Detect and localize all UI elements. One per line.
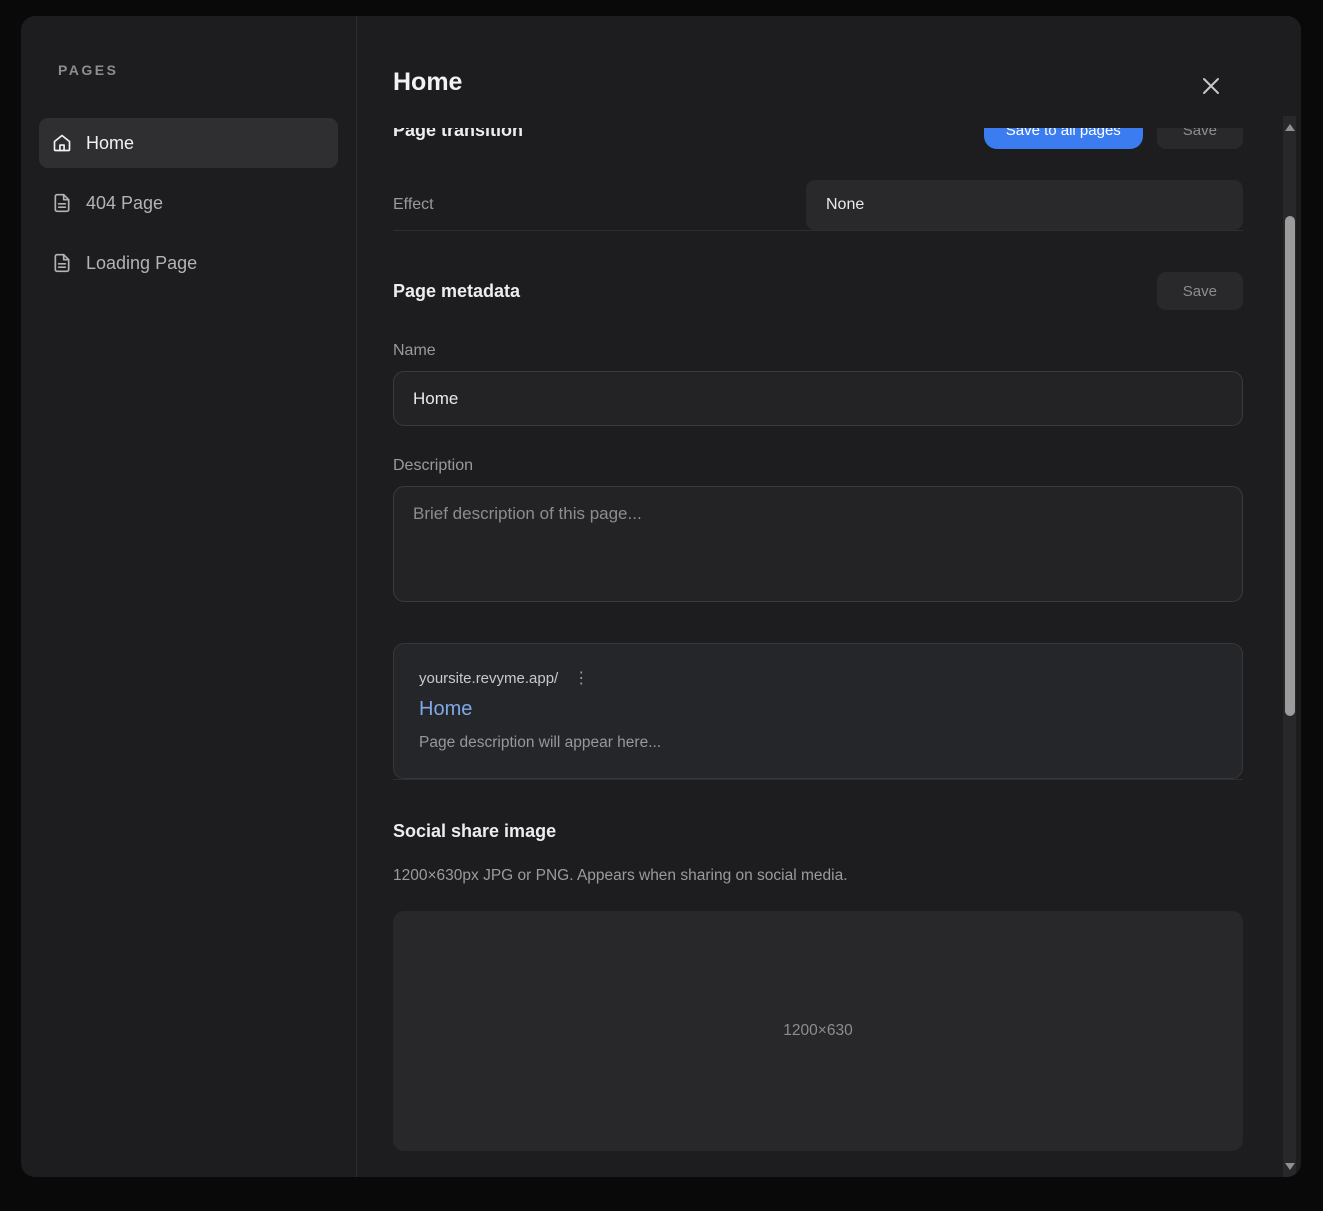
sidebar-item-home[interactable]: Home xyxy=(39,118,338,168)
name-input[interactable] xyxy=(393,371,1243,426)
sidebar-list: Home 404 Page xyxy=(21,118,356,288)
effect-select[interactable]: None xyxy=(806,180,1243,230)
section-page-transition: Page transition Save to all pages Save E… xyxy=(393,128,1243,230)
page-settings-modal: PAGES Home 40 xyxy=(21,16,1301,1177)
close-icon xyxy=(1199,86,1223,101)
preview-title-link[interactable]: Home xyxy=(419,698,1217,721)
page-transition-heading: Page transition xyxy=(393,128,523,141)
sidebar-item-label: 404 Page xyxy=(86,193,163,214)
transition-save-button[interactable]: Save xyxy=(1157,128,1243,149)
vertical-dots-icon[interactable]: ⋮ xyxy=(573,671,589,687)
sidebar-item-label: Home xyxy=(86,133,134,154)
search-preview-card: yoursite.revyme.app/ ⋮ Home Page descrip… xyxy=(393,643,1243,779)
section-social-share: Social share image 1200×630px JPG or PNG… xyxy=(393,821,1243,1151)
description-label: Description xyxy=(393,457,1243,475)
social-share-subtitle: 1200×630px JPG or PNG. Appears when shar… xyxy=(393,867,1243,885)
sidebar-title: PAGES xyxy=(58,62,356,78)
section-page-metadata: Page metadata Save Name Description your… xyxy=(393,271,1243,779)
section-divider xyxy=(393,230,1243,231)
scroll-content: Page transition Save to all pages Save E… xyxy=(357,128,1279,1151)
scroll-viewport: Page transition Save to all pages Save E… xyxy=(357,128,1279,1177)
preview-url: yoursite.revyme.app/ xyxy=(419,670,558,687)
settings-panel: Home Page transition Save to all pages xyxy=(357,16,1301,1177)
page-metadata-heading: Page metadata xyxy=(393,281,520,302)
social-share-heading: Social share image xyxy=(393,821,1243,842)
description-textarea[interactable] xyxy=(393,486,1243,602)
sidebar-item-404-page[interactable]: 404 Page xyxy=(39,178,338,228)
preview-description: Page description will appear here... xyxy=(419,734,1217,752)
panel-header: Home xyxy=(357,16,1301,128)
file-icon xyxy=(52,253,72,273)
effect-label: Effect xyxy=(393,196,434,214)
scroll-up-arrow-icon[interactable] xyxy=(1283,120,1296,134)
sidebar-item-label: Loading Page xyxy=(86,253,197,274)
metadata-save-button[interactable]: Save xyxy=(1157,272,1243,310)
social-image-upload-area[interactable]: 1200×630 xyxy=(393,911,1243,1151)
vertical-scrollbar[interactable] xyxy=(1283,116,1296,1177)
sidebar-item-loading-page[interactable]: Loading Page xyxy=(39,238,338,288)
file-icon xyxy=(52,193,72,213)
effect-selected-value: None xyxy=(826,196,864,214)
home-icon xyxy=(52,133,72,153)
scrollbar-thumb[interactable] xyxy=(1285,216,1295,716)
save-to-all-pages-button[interactable]: Save to all pages xyxy=(984,128,1143,149)
close-button[interactable] xyxy=(1198,74,1224,100)
page-title: Home xyxy=(393,68,462,97)
pages-sidebar: PAGES Home 40 xyxy=(21,16,357,1177)
section-divider xyxy=(393,779,1243,780)
image-dimensions-label: 1200×630 xyxy=(783,1022,852,1040)
name-label: Name xyxy=(393,342,1243,360)
scroll-down-arrow-icon[interactable] xyxy=(1283,1159,1296,1173)
